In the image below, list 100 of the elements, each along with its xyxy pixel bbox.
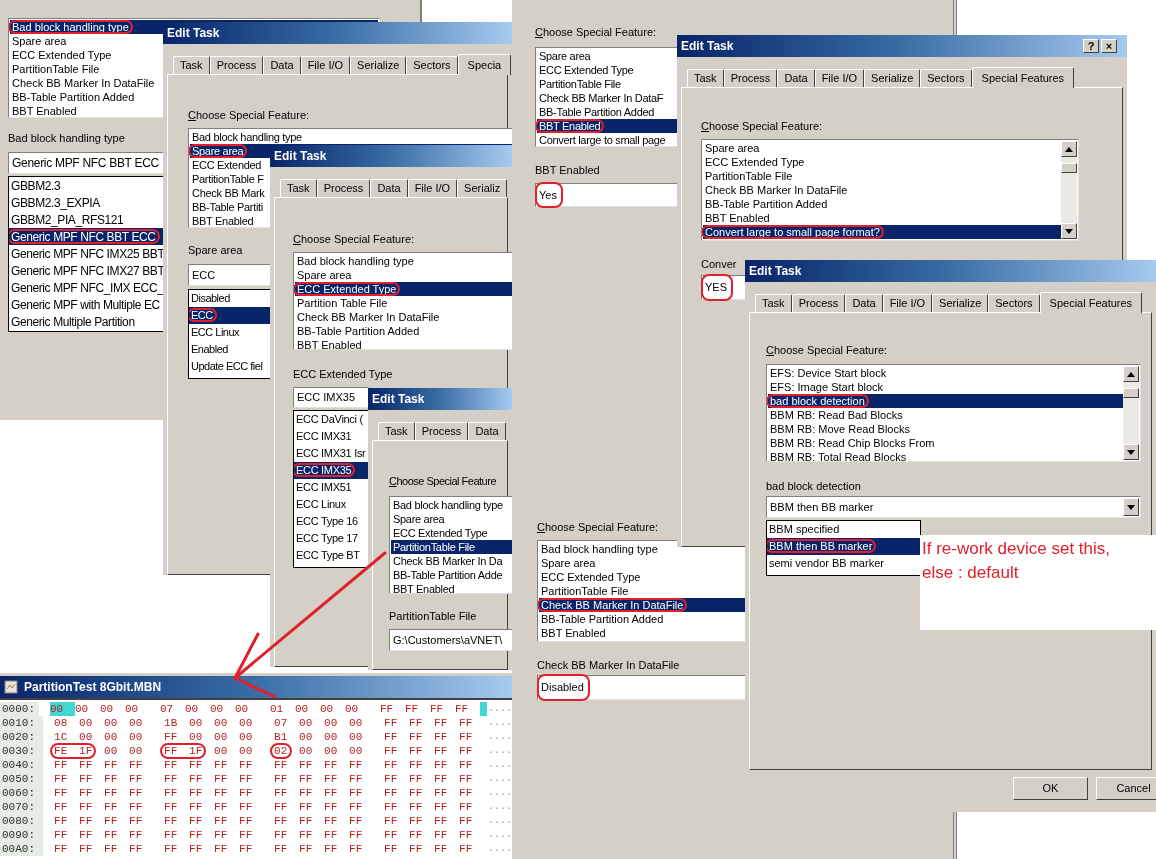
hex-byte: FF bbox=[384, 842, 399, 856]
hex-byte: FF bbox=[54, 758, 69, 772]
hex-byte: FF bbox=[54, 772, 69, 786]
annotation-note: If re-work device set this, else : default bbox=[920, 535, 1156, 630]
hex-byte: FF bbox=[104, 828, 119, 842]
window-title: Edit Task bbox=[167, 25, 220, 42]
hex-byte: FF bbox=[189, 828, 204, 842]
hex-byte: 00 bbox=[104, 730, 119, 744]
hex-byte: FF bbox=[434, 814, 449, 828]
hex-byte: FF bbox=[459, 786, 474, 800]
hex-byte: FF bbox=[129, 772, 144, 786]
hex-byte: FF bbox=[104, 786, 119, 800]
hex-byte: FF bbox=[434, 772, 449, 786]
hex-byte: FF bbox=[409, 786, 424, 800]
field-label: Conver bbox=[701, 257, 737, 271]
hex-byte: 00 bbox=[299, 744, 314, 758]
hex-byte: FF bbox=[459, 744, 474, 758]
field-label: Bad block handling type bbox=[8, 131, 125, 145]
hex-byte: FF bbox=[409, 758, 424, 772]
hex-byte: 00 bbox=[50, 702, 75, 716]
hex-byte: FF bbox=[409, 772, 424, 786]
hex-byte: 00 bbox=[125, 702, 140, 716]
hex-byte: FF bbox=[104, 842, 119, 856]
field-label: Choose Special Feature: bbox=[537, 520, 659, 534]
window-title: Edit Task bbox=[749, 263, 802, 280]
hex-byte: FF bbox=[349, 758, 364, 772]
hex-byte: 00 bbox=[239, 716, 254, 730]
hex-byte: FF bbox=[79, 786, 94, 800]
hex-byte: 01 bbox=[270, 702, 285, 716]
hex-byte: 00 bbox=[299, 716, 314, 730]
hex-offset: 0080: bbox=[0, 814, 44, 828]
hex-byte: FF bbox=[384, 716, 399, 730]
hex-byte: 00 bbox=[214, 744, 229, 758]
hex-byte: FF bbox=[214, 786, 229, 800]
hex-byte: FF bbox=[104, 800, 119, 814]
hex-byte: FF bbox=[324, 758, 339, 772]
hex-byte: FF bbox=[384, 800, 399, 814]
hex-byte: FF bbox=[384, 772, 399, 786]
ascii-text: .... bbox=[488, 786, 512, 800]
ascii-text: .... bbox=[488, 758, 512, 772]
hex-byte: 00 bbox=[239, 730, 254, 744]
hex-byte: FF bbox=[164, 800, 179, 814]
hex-byte: FF bbox=[459, 800, 474, 814]
hex-byte: FF bbox=[324, 814, 339, 828]
window-title: PartitionTest 8Gbit.MBN bbox=[24, 679, 162, 696]
hex-byte: FF bbox=[349, 786, 364, 800]
hex-byte: FF bbox=[324, 842, 339, 856]
hex-byte: FF bbox=[164, 828, 179, 842]
hex-byte: FF bbox=[274, 828, 289, 842]
hex-byte: FF bbox=[299, 800, 314, 814]
hex-byte: FF bbox=[164, 772, 179, 786]
hex-byte: 00 bbox=[295, 702, 310, 716]
field-label: Check BB Marker In DataFile bbox=[537, 658, 680, 672]
hex-byte: FF bbox=[349, 842, 364, 856]
hex-byte: 1F bbox=[79, 744, 94, 758]
ascii-text: .... bbox=[488, 800, 512, 814]
hex-byte: FF bbox=[189, 800, 204, 814]
hex-byte: FF bbox=[409, 716, 424, 730]
hex-byte: FF bbox=[409, 730, 424, 744]
hex-byte: FF bbox=[434, 786, 449, 800]
hex-byte: B1 bbox=[274, 730, 289, 744]
hex-byte: FF bbox=[189, 842, 204, 856]
hex-byte: FF bbox=[384, 758, 399, 772]
hex-byte: FF bbox=[459, 772, 474, 786]
hex-byte: FF bbox=[299, 758, 314, 772]
hex-byte: FF bbox=[459, 716, 474, 730]
hex-offset: 0010: bbox=[0, 716, 44, 730]
hex-offset: 0000: bbox=[0, 702, 39, 716]
hex-byte: 00 bbox=[299, 730, 314, 744]
hex-byte: 00 bbox=[79, 716, 94, 730]
hex-byte: FF bbox=[409, 800, 424, 814]
hex-byte: FF bbox=[129, 800, 144, 814]
hex-byte: FF bbox=[79, 842, 94, 856]
hex-byte: FF bbox=[54, 800, 69, 814]
hex-byte: FF bbox=[405, 702, 420, 716]
hex-byte: FF bbox=[384, 744, 399, 758]
hex-byte: FF bbox=[384, 730, 399, 744]
hex-byte: 00 bbox=[104, 744, 119, 758]
hex-byte: FF bbox=[54, 814, 69, 828]
hex-byte: FF bbox=[299, 786, 314, 800]
hex-byte: FF bbox=[380, 702, 395, 716]
ascii-text: .... bbox=[488, 828, 512, 842]
hex-byte: FF bbox=[54, 842, 69, 856]
hex-byte: 00 bbox=[210, 702, 225, 716]
hex-byte: FF bbox=[214, 828, 229, 842]
window-title: Edit Task bbox=[274, 148, 327, 165]
hex-byte: FF bbox=[299, 772, 314, 786]
hex-byte: FF bbox=[239, 772, 254, 786]
hex-byte: 00 bbox=[104, 716, 119, 730]
hex-byte: FF bbox=[189, 814, 204, 828]
field-label: Spare area bbox=[188, 243, 243, 257]
hex-byte: FF bbox=[459, 758, 474, 772]
hex-byte: FF bbox=[214, 814, 229, 828]
hex-byte: 00 bbox=[189, 716, 204, 730]
hex-offset: 00A0: bbox=[0, 842, 44, 856]
hex-offset: 0070: bbox=[0, 800, 44, 814]
hex-offset: 0060: bbox=[0, 786, 44, 800]
hex-byte: FF bbox=[274, 758, 289, 772]
hex-byte: FF bbox=[189, 758, 204, 772]
field-label: Choose Special Feature: bbox=[701, 119, 823, 133]
